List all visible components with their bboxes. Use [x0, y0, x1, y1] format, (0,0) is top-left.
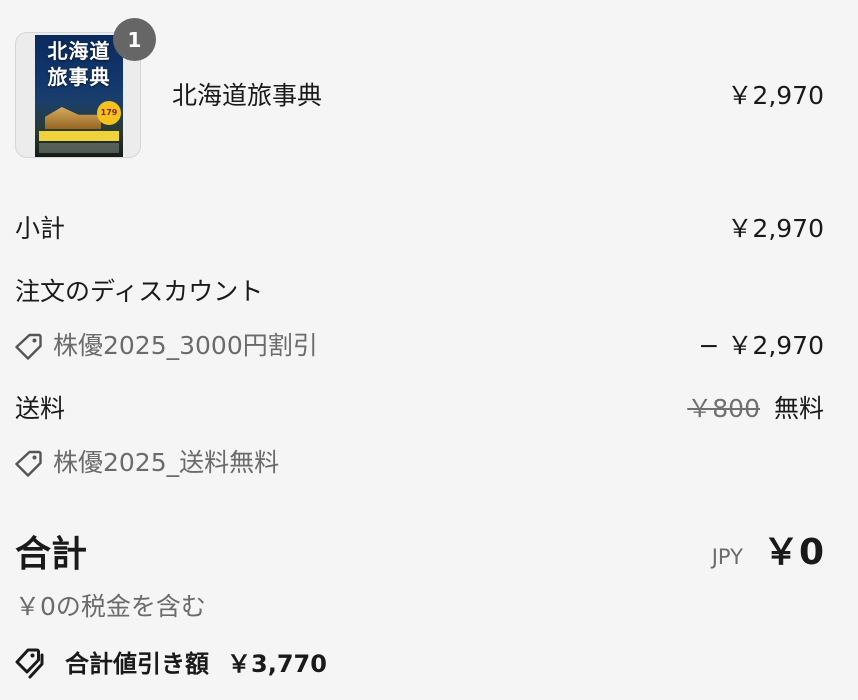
- currency-code: JPY: [711, 545, 743, 569]
- book-cover-image: 北海道 旅事典 179: [35, 35, 123, 157]
- tag-icon: [15, 333, 42, 360]
- shipping-value: 無料: [773, 394, 824, 423]
- cover-title-line2: 旅事典: [47, 65, 111, 89]
- product-price: ￥2,970: [727, 81, 824, 110]
- savings-amount: ￥3,770: [227, 650, 327, 678]
- subtotal-value: ￥2,970: [727, 214, 824, 243]
- shipping-original-price: ￥800: [687, 394, 760, 423]
- cover-band: [39, 131, 119, 141]
- shipping-discount-code: 株優2025_送料無料: [15, 446, 279, 480]
- tags-icon: [15, 648, 44, 679]
- product-name: 北海道旅事典: [172, 81, 323, 110]
- shipping-discount-code-text: 株優2025_送料無料: [53, 448, 280, 477]
- cover-badge: 179: [97, 101, 121, 125]
- order-discount-label: 注文のディスカウント: [15, 277, 264, 306]
- cover-strip: [39, 143, 119, 153]
- savings-label: 合計値引き額: [65, 650, 209, 678]
- cover-title-line1: 北海道: [47, 39, 111, 63]
- total-amount-group: JPY ￥0: [712, 530, 824, 576]
- order-discount-code: 株優2025_3000円割引: [15, 329, 318, 363]
- total-amount: ￥0: [762, 532, 824, 573]
- total-savings: 合計値引き額 ￥3,770: [15, 647, 327, 681]
- order-discount-value: − ￥2,970: [698, 331, 824, 360]
- subtotal-label: 小計: [15, 214, 66, 243]
- total-label: 合計: [15, 534, 88, 575]
- shipping-value-group: ￥800 無料: [687, 392, 824, 426]
- order-discount-code-text: 株優2025_3000円割引: [53, 331, 318, 360]
- tax-note: ￥0の税金を含む: [15, 592, 206, 621]
- shipping-label: 送料: [15, 394, 66, 423]
- quantity-badge: 1: [113, 18, 156, 61]
- cover-house-illustration: [45, 107, 101, 129]
- tag-icon: [15, 450, 42, 477]
